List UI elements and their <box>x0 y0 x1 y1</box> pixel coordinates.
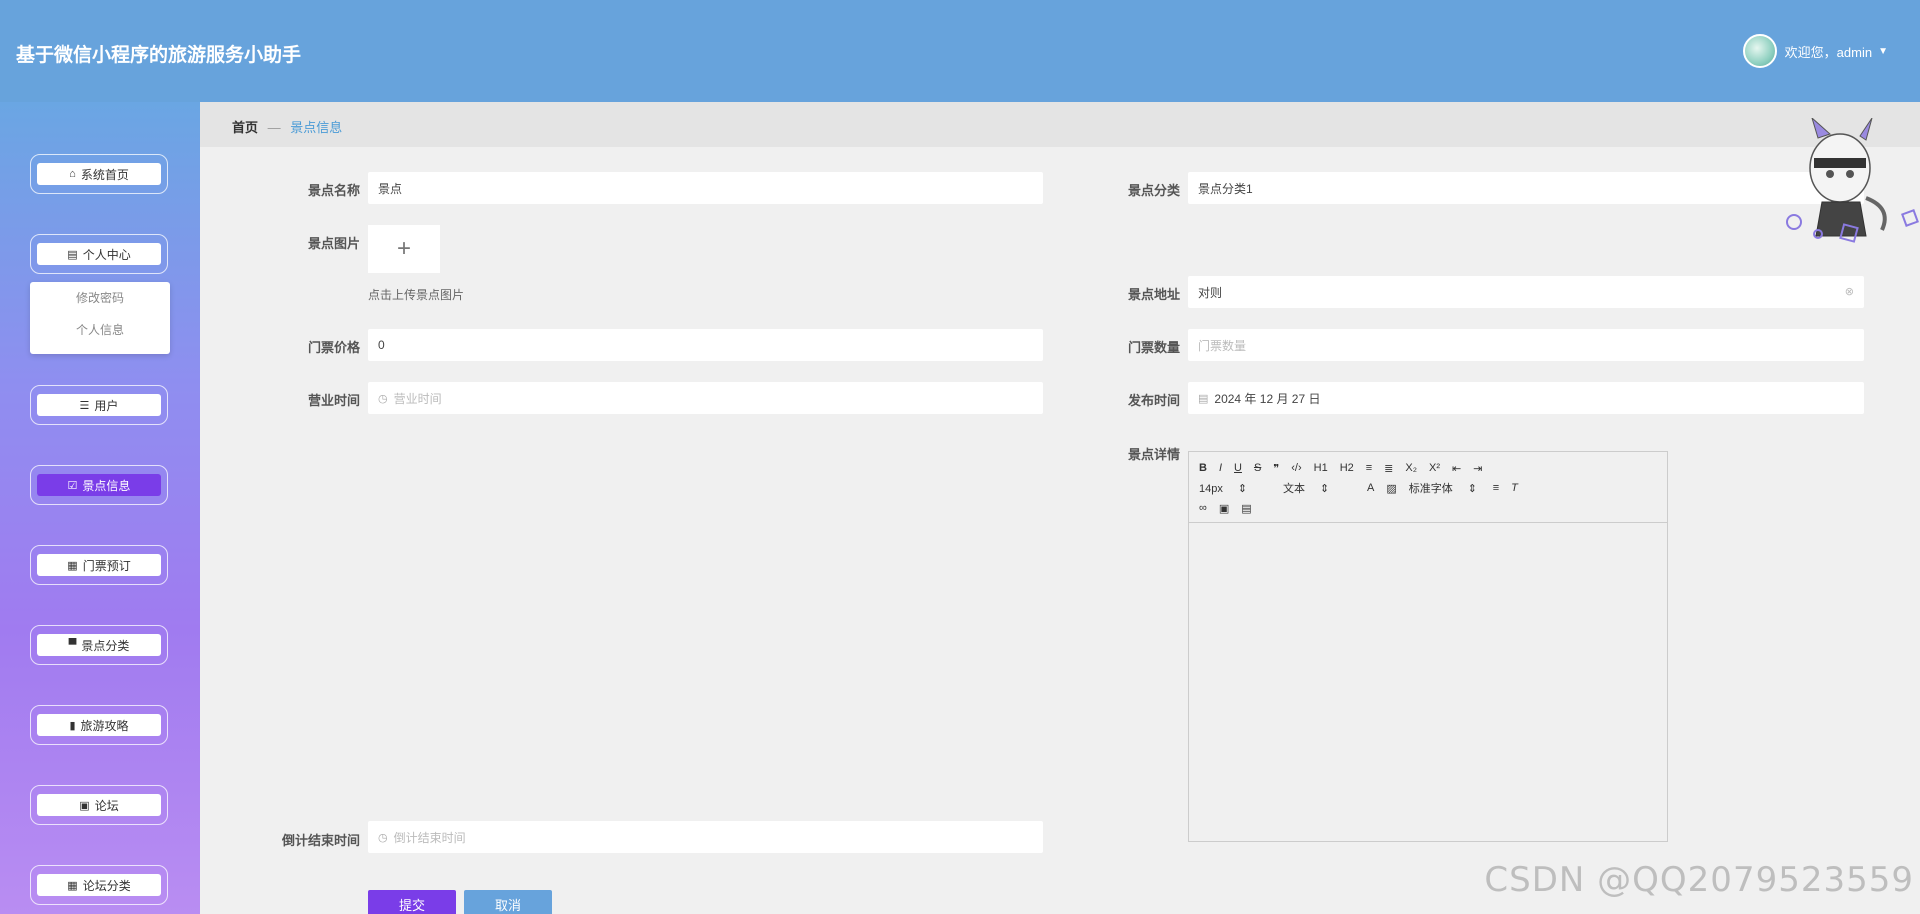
quantity-input[interactable]: 门票数量 <box>1188 329 1864 361</box>
sidebar-item-tickets[interactable]: ▦ 门票预订 <box>30 545 168 585</box>
clear-format-icon[interactable]: T <box>1511 482 1518 494</box>
image-icon[interactable]: ▣ <box>1219 502 1229 515</box>
sidebar-item-profile[interactable]: ▤ 个人中心 <box>30 234 168 274</box>
grid-icon: ▦ <box>67 879 78 892</box>
outdent-icon[interactable]: ⇤ <box>1452 462 1461 475</box>
bullet-list-icon[interactable]: ≣ <box>1384 462 1393 475</box>
sidebar-item-forum-categories[interactable]: ▦ 论坛分类 <box>30 865 168 905</box>
address-label: 景点地址 <box>1127 287 1180 302</box>
clipboard-icon: ▣ <box>79 799 90 812</box>
user-greeting: 欢迎您，admin <box>1784 44 1873 60</box>
code-icon[interactable]: ‹/› <box>1291 462 1301 474</box>
breadcrumb-current: 景点信息 <box>290 120 343 135</box>
strike-icon[interactable]: S <box>1254 462 1261 474</box>
calendar-icon: ▤ <box>67 248 78 261</box>
quote-icon[interactable]: ❞ <box>1273 462 1279 475</box>
breadcrumb-bar: 首页 — 景点信息 <box>200 102 1920 147</box>
editor-toolbar: B I U S ❞ ‹/› H1 H2 ≡ ≣ X₂ X² ⇤ ⇥ 14px ⇕… <box>1189 452 1667 523</box>
plus-icon: + <box>396 235 411 262</box>
app-title: 基于微信小程序的旅游服务小助手 <box>16 45 302 66</box>
superscript-icon[interactable]: X² <box>1429 462 1440 474</box>
submenu-item-personal-info[interactable]: 个人信息 <box>30 314 170 346</box>
image-upload[interactable]: + <box>368 225 440 273</box>
chevron-down-icon: ▼ <box>1878 45 1888 57</box>
font-size-select[interactable]: 14px ⇕ <box>1199 482 1271 495</box>
bar-chart-icon: ▮ <box>69 719 76 732</box>
font-family-select[interactable]: 标准字体 ⇕ <box>1409 480 1481 496</box>
breadcrumb-home[interactable]: 首页 <box>232 120 258 135</box>
countdown-picker[interactable]: ◷ 倒计结束时间 <box>368 821 1043 853</box>
h1-icon[interactable]: H1 <box>1314 462 1328 474</box>
font-color-icon[interactable]: A <box>1367 482 1374 494</box>
category-label: 景点分类 <box>1127 183 1180 198</box>
clock-icon: ◷ <box>378 392 388 405</box>
address-input[interactable]: 对则 ⊗ <box>1188 276 1864 308</box>
quantity-label: 门票数量 <box>1127 340 1180 355</box>
align-icon[interactable]: ≡ <box>1493 482 1499 494</box>
background-color-icon[interactable]: ▨ <box>1386 482 1396 495</box>
check-square-icon: ☑ <box>67 479 78 492</box>
user-menu[interactable]: 欢迎您，admin ▼ <box>1742 34 1888 68</box>
clock-icon: ◷ <box>378 831 388 844</box>
name-input[interactable]: 景点 <box>368 172 1043 204</box>
sliders-icon: ☰ <box>79 399 90 412</box>
video-icon[interactable]: ▤ <box>1241 502 1251 515</box>
grid-icon: ▦ <box>67 559 78 572</box>
price-label: 门票价格 <box>307 340 360 355</box>
hours-label: 营业时间 <box>307 393 360 408</box>
mascot-illustration <box>1786 118 1919 243</box>
home-icon: ⌂ <box>69 168 76 180</box>
ordered-list-icon[interactable]: ≡ <box>1366 462 1372 474</box>
top-header: 基于微信小程序的旅游服务小助手 欢迎您，admin ▼ <box>0 0 1920 102</box>
profile-submenu: 修改密码 个人信息 <box>30 282 170 354</box>
image-label: 景点图片 <box>307 236 360 251</box>
h2-icon[interactable]: H2 <box>1340 462 1354 474</box>
sidebar-item-attractions[interactable]: ☑ 景点信息 <box>30 465 168 505</box>
clear-icon[interactable]: ⊗ <box>1845 285 1854 298</box>
avatar <box>1742 34 1777 68</box>
upload-hint: 点击上传景点图片 <box>368 288 465 302</box>
sidebar-item-categories[interactable]: ▀ 景点分类 <box>30 625 168 665</box>
sidebar-item-guides[interactable]: ▮ 旅游攻略 <box>30 705 168 745</box>
sidebar-item-forum[interactable]: ▣ 论坛 <box>30 785 168 825</box>
submit-button[interactable]: 提交 <box>368 890 456 914</box>
link-icon[interactable]: ∞ <box>1199 502 1207 514</box>
countdown-label: 倒计结束时间 <box>281 833 360 848</box>
category-select[interactable]: 景点分类1 <box>1188 172 1864 204</box>
publish-date-picker[interactable]: ▤ 2024 年 12 月 27 日 <box>1188 382 1864 414</box>
price-input[interactable]: 0 <box>368 329 1043 361</box>
cancel-button[interactable]: 取消 <box>464 890 552 914</box>
subscript-icon[interactable]: X₂ <box>1405 462 1417 474</box>
publish-time-label: 发布时间 <box>1127 393 1180 408</box>
detail-label: 景点详情 <box>1127 447 1180 462</box>
calendar-icon: ▤ <box>1198 392 1209 405</box>
sidebar-item-home[interactable]: ⌂ 系统首页 <box>30 154 168 194</box>
underline-icon[interactable]: U <box>1234 462 1242 474</box>
bold-icon[interactable]: B <box>1199 462 1207 474</box>
sidebar-item-users[interactable]: ☰ 用户 <box>30 385 168 425</box>
name-label: 景点名称 <box>307 183 360 198</box>
indent-icon[interactable]: ⇥ <box>1473 462 1482 475</box>
hours-picker[interactable]: ◷ 营业时间 <box>368 382 1043 414</box>
breadcrumb: 首页 — 景点信息 <box>232 120 343 135</box>
sidebar: ⌂ 系统首页 ▤ 个人中心 修改密码 个人信息 ☰ 用户 ☑ 景点信息 ▦ 门票预订 ▀ 景… <box>0 102 200 914</box>
watermark: CSDN @QQ2079523559 <box>1484 860 1914 900</box>
italic-icon[interactable]: I <box>1219 462 1222 474</box>
text-type-select[interactable]: 文本 ⇕ <box>1283 480 1355 496</box>
rich-text-editor[interactable]: B I U S ❞ ‹/› H1 H2 ≡ ≣ X₂ X² ⇤ ⇥ 14px ⇕… <box>1188 451 1668 842</box>
submenu-item-change-password[interactable]: 修改密码 <box>30 282 170 314</box>
monitor-icon: ▀ <box>68 639 77 651</box>
